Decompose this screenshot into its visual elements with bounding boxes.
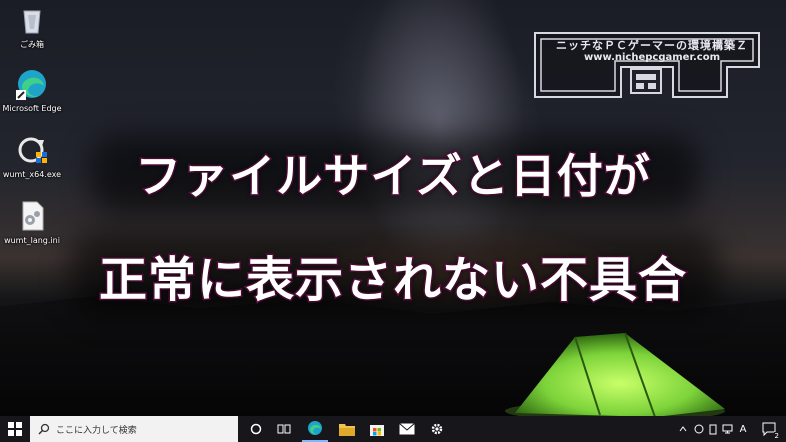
logo-url: www.nichepcgamer.com <box>584 52 720 63</box>
desktop-icon-recycle-bin[interactable]: ごみ箱 <box>0 3 67 50</box>
recycle-bin-icon <box>16 3 48 35</box>
tent-illustration <box>505 332 725 416</box>
site-logo: ニッチなＰＣゲーマーの環境構築Ｚ www.nichepcgamer.com <box>527 27 767 101</box>
settings-icon[interactable] <box>424 416 450 442</box>
notification-center-icon[interactable]: 2 <box>756 416 782 442</box>
mail-icon[interactable] <box>394 416 420 442</box>
tray-volume-icon[interactable] <box>724 416 730 442</box>
desktop-icon-wumt-ini[interactable]: wumt_lang.ini <box>0 200 67 245</box>
logo-title: ニッチなＰＣゲーマーの環境構築Ｚ <box>556 39 748 52</box>
search-icon <box>38 423 50 435</box>
windows-start-icon[interactable] <box>0 416 30 442</box>
tray-update-icon[interactable] <box>692 416 706 442</box>
tray-chevron-up-icon[interactable] <box>676 416 690 442</box>
cortana-icon[interactable] <box>244 416 268 442</box>
taskbar-search-box[interactable]: ここに入力して検索 <box>30 416 238 442</box>
taskbar-edge-icon[interactable] <box>302 416 328 442</box>
task-view-icon[interactable] <box>272 416 296 442</box>
notification-count: 2 <box>773 432 780 440</box>
tray-battery-icon[interactable] <box>706 416 720 442</box>
desktop-icon-label: ごみ箱 <box>20 40 44 49</box>
file-explorer-icon[interactable] <box>334 416 360 442</box>
headline-line-1: ファイルサイズと日付が <box>134 148 652 205</box>
desktop-icon-edge[interactable]: Microsoft Edge <box>0 68 67 113</box>
tray-ime-indicator[interactable]: A <box>736 416 750 442</box>
desktop-icon-label: Microsoft Edge <box>2 104 62 113</box>
edge-icon <box>16 68 48 100</box>
store-icon[interactable] <box>364 416 390 442</box>
taskbar: ここに入力して検索 A 2 <box>0 416 786 442</box>
search-placeholder: ここに入力して検索 <box>56 425 137 436</box>
headline-line-2: 正常に表示されない不具合 <box>97 251 687 310</box>
